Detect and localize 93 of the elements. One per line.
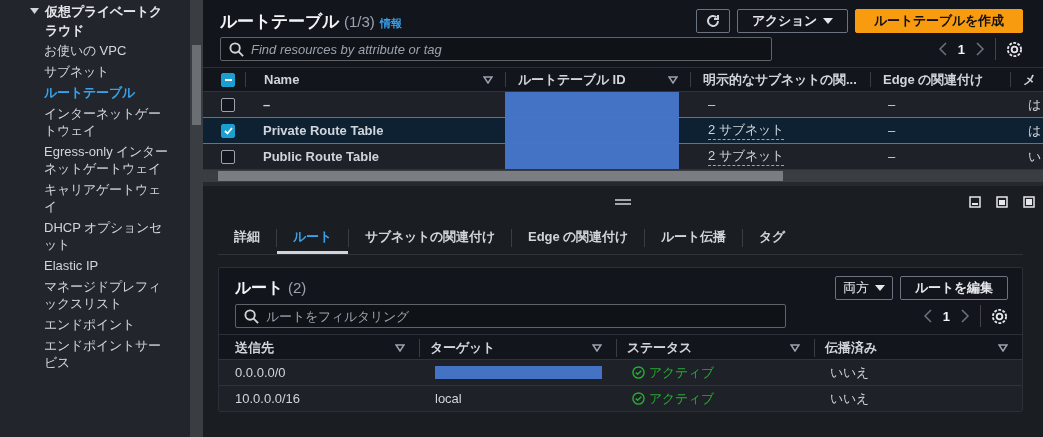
filter-dropdown[interactable]: 両方 [835,276,893,300]
info-link[interactable]: 情報 [379,15,402,31]
table-row[interactable]: – – – は [203,92,1043,118]
table-cell: local [435,391,462,406]
sidebar-item[interactable]: お使いの VPC [0,40,190,61]
page-number[interactable]: 1 [942,308,950,324]
tab[interactable]: 詳細 [218,222,276,254]
page-number[interactable]: 1 [957,41,965,57]
table-cell: い [1028,147,1041,166]
table-cell: Public Route Table [263,149,380,164]
table-cell: いいえ [830,363,869,382]
settings-icon[interactable] [1006,40,1023,58]
select-all-checkbox[interactable] [221,72,235,87]
sidebar-item[interactable]: ルートテーブル [0,82,190,103]
table-cell: – [888,97,896,112]
table-cell: 10.0.0.0/16 [235,391,301,406]
search-field[interactable]: ルートをフィルタリング [235,304,786,328]
table-cell: – [708,97,716,112]
column-header[interactable]: Name [264,72,300,87]
sidebar-item[interactable]: エンドポイント [0,314,190,335]
route-count: (2) [288,278,307,296]
caret-icon [30,7,39,15]
tab[interactable]: サブネットの関連付け [349,222,511,254]
table-cell: Private Route Table [263,123,384,138]
sidebar-group-header[interactable]: 仮想プライベートクラウド [0,2,190,40]
sort-icon[interactable] [790,344,800,352]
sort-icon[interactable] [668,75,678,84]
row-checkbox[interactable] [221,97,235,112]
sidebar-item[interactable]: インターネットゲートウェイ [0,103,190,141]
column-header[interactable]: ステータス [627,339,692,357]
sidebar-item[interactable]: Elastic IP [0,255,190,276]
panel-title: ルートテーブル [220,10,339,33]
sidebar-item[interactable]: エンドポイントサービス [0,335,190,373]
row-checkbox[interactable] [221,123,235,138]
table-cell: – [888,149,896,164]
subnets-link[interactable]: 2 サブネット [708,121,784,140]
column-header[interactable]: ターゲット [430,339,495,357]
column-header[interactable]: 送信先 [235,339,274,357]
search-icon [229,42,244,57]
panel-full-icon[interactable] [1023,196,1035,208]
sidebar-item[interactable]: Egress-only インターネットゲートウェイ [0,141,190,179]
tab[interactable]: Edge の関連付け [512,222,645,254]
sidebar-item[interactable]: マネージドプレフィックスリスト [0,276,190,314]
sidebar-item[interactable]: サブネット [0,61,190,82]
tab[interactable]: タグ [743,222,802,254]
table-cell: – [263,97,271,112]
table-cell: 0.0.0.0/0 [235,365,286,380]
card-title: ルート [235,277,283,298]
check-circle-icon [632,366,645,379]
caret-icon [875,284,885,292]
sort-icon[interactable] [395,344,405,352]
column-header[interactable]: ルートテーブル ID [518,72,626,87]
search-icon [244,309,259,324]
caret-icon [823,17,833,25]
tab[interactable]: ルート [277,222,348,254]
status-text: アクティブ [649,363,714,382]
create-route-table-button[interactable]: ルートテーブルを作成 [855,9,1023,33]
sort-icon[interactable] [998,344,1008,352]
horizontal-scrollbar[interactable] [203,170,1043,186]
refresh-icon [705,13,721,29]
selection-count: (1/3) [344,12,375,30]
column-header[interactable]: Edge の関連付け [883,72,984,87]
status-text: アクティブ [649,389,714,408]
table-cell: いいえ [830,389,869,408]
table-row[interactable]: Public Route Table 2 サブネット – い [203,144,1043,170]
sort-icon[interactable] [592,344,602,352]
previous-page-icon[interactable] [937,41,948,57]
search-field[interactable]: Find resources by attribute or tag [220,37,772,61]
next-page-icon[interactable] [975,41,985,57]
next-page-icon[interactable] [960,308,970,324]
settings-icon[interactable] [991,307,1008,325]
table-cell: は [1028,95,1041,114]
scrollbar[interactable] [190,0,203,437]
column-header[interactable]: 伝播済み [825,339,877,357]
previous-page-icon[interactable] [922,308,933,324]
sidebar-item[interactable]: キャリアゲートウェイ [0,179,190,217]
table-cell: は [1028,121,1041,140]
edit-routes-button[interactable]: ルートを編集 [900,276,1008,300]
sidebar-item[interactable]: DHCP オプションセット [0,217,190,255]
table-row[interactable]: Private Route Table 2 サブネット – は [203,117,1043,144]
tab[interactable]: ルート伝播 [645,222,743,254]
refresh-button[interactable] [696,9,730,33]
resize-handle-icon[interactable] [615,199,631,205]
row-checkbox[interactable] [221,149,235,164]
table-cell: – [888,123,896,138]
sort-icon[interactable] [483,75,493,84]
actions-dropdown[interactable]: アクション [737,9,848,33]
panel-middle-icon[interactable] [996,196,1008,208]
panel-bottom-icon[interactable] [969,196,981,208]
column-header[interactable]: メ [1023,72,1036,87]
column-header[interactable]: 明示的なサブネットの関... [703,72,857,87]
check-circle-icon [632,392,645,405]
subnets-link[interactable]: 2 サブネット [708,147,784,166]
